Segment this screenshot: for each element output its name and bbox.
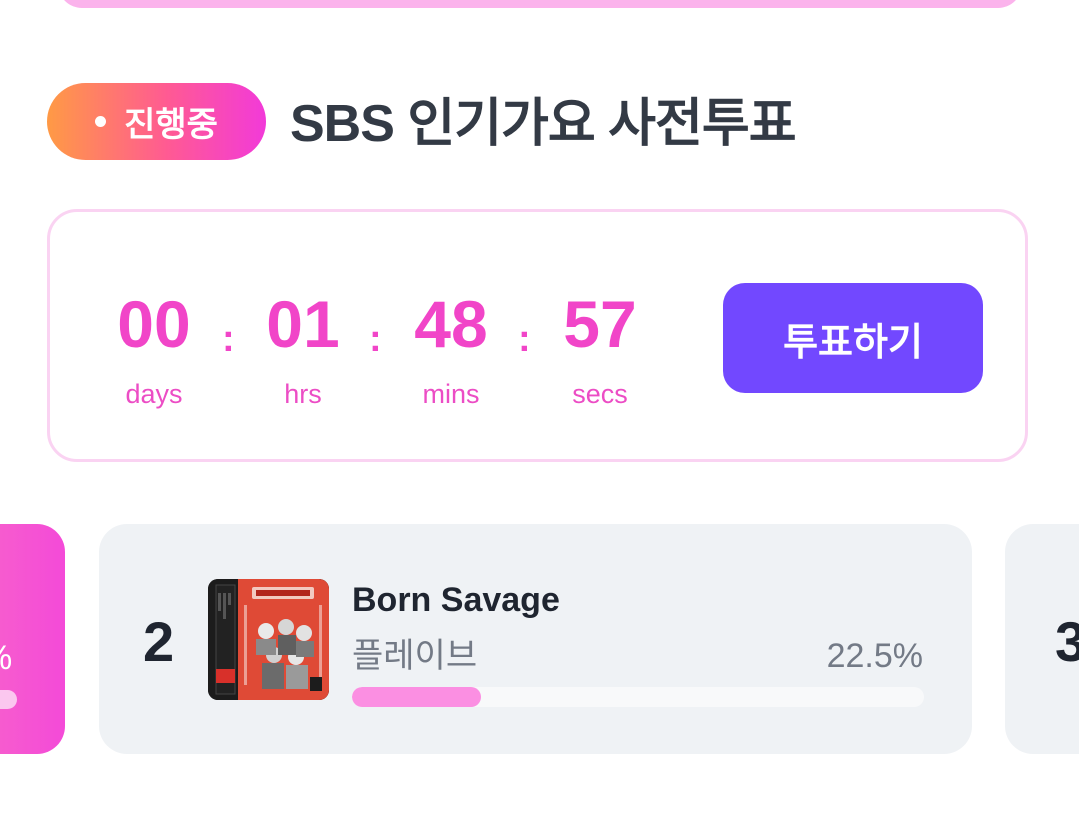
countdown-minutes-label: mins — [422, 379, 480, 409]
status-badge-label: 진행중 — [124, 106, 218, 144]
live-dot-icon — [95, 116, 107, 127]
vote-progress-fill — [352, 687, 481, 707]
countdown-days-label: days — [125, 379, 183, 409]
countdown-seconds-label: secs — [572, 379, 628, 409]
countdown-days: 00 days — [94, 291, 214, 409]
vote-title: SBS 인기가요 사전투표 — [290, 95, 797, 153]
countdown-minutes-value: 48 — [414, 287, 488, 361]
vote-page: 진행중 SBS 인기가요 사전투표 00 days : 01 hrs : 48 … — [0, 0, 1079, 835]
rank-card-next[interactable]: 3 — [1005, 524, 1079, 754]
countdown-minutes: 48 mins — [391, 291, 511, 409]
song-title: Born Savage — [352, 581, 560, 619]
vote-button[interactable]: 투표하기 — [723, 283, 983, 393]
previous-percent: % — [0, 638, 12, 678]
status-badge: 진행중 — [47, 83, 266, 160]
artist-name: 플레이브 — [352, 637, 478, 675]
countdown-separator: : — [369, 318, 382, 360]
album-cover-graphic — [208, 579, 329, 700]
countdown-separator: : — [518, 318, 531, 360]
album-cover-image — [208, 579, 329, 700]
countdown-hours-label: hrs — [284, 379, 322, 409]
rank-number: 2 — [143, 610, 175, 673]
countdown-separator: : — [222, 318, 235, 360]
next-rank-number: 3 — [1055, 610, 1079, 673]
countdown-seconds: 57 secs — [540, 291, 660, 409]
vote-percent: 22.5% — [826, 637, 923, 675]
previous-progress-bar — [0, 690, 17, 709]
top-banner-edge — [58, 0, 1022, 8]
countdown-hours: 01 hrs — [243, 291, 363, 409]
rank-card-current[interactable]: 2 Born Savage 플레이브 22.5% — [99, 524, 972, 754]
countdown-days-value: 00 — [117, 287, 191, 361]
countdown-hours-value: 01 — [266, 287, 340, 361]
vote-progress-track — [352, 687, 924, 707]
countdown-seconds-value: 57 — [563, 287, 637, 361]
rank-card-previous[interactable]: % — [0, 524, 65, 754]
